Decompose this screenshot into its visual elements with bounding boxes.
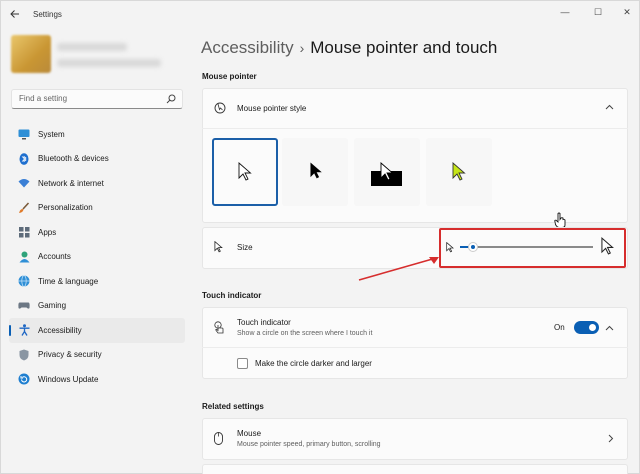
chevron-up-icon[interactable]: [605, 102, 614, 112]
pointer-style-white[interactable]: [212, 138, 278, 206]
pointer-style-custom[interactable]: [426, 138, 492, 206]
wifi-icon: [18, 177, 30, 189]
touch-indicator-description: Show a circle on the screen where I touc…: [237, 330, 373, 337]
pointer-style-inverted[interactable]: [354, 138, 420, 206]
annotation-highlight-box: [439, 228, 626, 268]
darker-circle-checkbox[interactable]: [237, 358, 248, 369]
sidebar-item-personalization[interactable]: Personalization: [9, 196, 185, 221]
page-title: Mouse pointer and touch: [310, 38, 498, 57]
sidebar-item-apps[interactable]: Apps: [9, 220, 185, 245]
sidebar-item-network[interactable]: Network & internet: [9, 171, 185, 196]
search-input[interactable]: [19, 94, 159, 103]
mouse-link-description: Mouse pointer speed, primary button, scr…: [237, 441, 381, 448]
sidebar-item-accounts[interactable]: Accounts: [9, 245, 185, 270]
mouse-pointer-style-header[interactable]: Mouse pointer style: [202, 88, 628, 128]
touch-hand-icon: [213, 321, 225, 336]
mouse-settings-link[interactable]: [202, 418, 628, 460]
sidebar-item-bluetooth[interactable]: Bluetooth & devices: [9, 147, 185, 172]
mouse-link-label: Mouse: [237, 429, 262, 438]
avatar: [11, 35, 51, 73]
close-button[interactable]: ✕: [616, 5, 638, 19]
next-settings-card: [202, 464, 628, 474]
breadcrumb: Accessibility › Mouse pointer and touch: [201, 38, 497, 58]
shield-icon: [18, 349, 30, 361]
sidebar-item-system[interactable]: System: [9, 122, 185, 147]
chevron-right-icon: [608, 434, 614, 445]
controller-icon: [18, 300, 30, 312]
divider: [202, 347, 628, 348]
sidebar-item-time-language[interactable]: Time & language: [9, 269, 185, 294]
brush-icon: [18, 202, 30, 214]
sidebar-item-accessibility[interactable]: Accessibility: [9, 318, 185, 343]
sidebar-nav: System Bluetooth & devices Network & int…: [9, 122, 185, 392]
person-icon: [18, 251, 30, 263]
touch-indicator-label: Touch indicator: [237, 318, 291, 327]
maximize-button[interactable]: ☐: [587, 5, 609, 19]
settings-window: Settings — ☐ ✕ System Bluetooth & device…: [0, 0, 640, 474]
window-title: Settings: [33, 10, 62, 19]
breadcrumb-parent[interactable]: Accessibility: [201, 38, 294, 57]
profile-email-blurred: [57, 59, 161, 67]
sidebar-item-windows-update[interactable]: Windows Update: [9, 367, 185, 392]
sidebar-item-privacy[interactable]: Privacy & security: [9, 343, 185, 368]
size-label: Size: [237, 243, 253, 252]
update-icon: [18, 373, 30, 385]
divider: [202, 128, 628, 129]
back-arrow-icon[interactable]: [9, 8, 21, 20]
accessibility-icon: [18, 324, 30, 337]
pointer-style-icon: [214, 101, 226, 116]
touch-indicator-toggle[interactable]: [574, 321, 599, 334]
chevron-up-icon[interactable]: [605, 323, 614, 333]
mouse-pointer-section-title: Mouse pointer: [202, 72, 257, 81]
pointer-style-black[interactable]: [282, 138, 348, 206]
search-icon[interactable]: [166, 94, 176, 104]
breadcrumb-separator: ›: [299, 40, 305, 56]
darker-circle-label: Make the circle darker and larger: [255, 359, 372, 368]
mouse-icon: [214, 432, 223, 447]
sidebar-item-gaming[interactable]: Gaming: [9, 294, 185, 319]
globe-icon: [18, 275, 30, 288]
bluetooth-icon: [18, 152, 30, 165]
search-box[interactable]: [11, 89, 183, 109]
apps-icon: [18, 226, 30, 238]
profile-name-blurred: [57, 43, 127, 51]
related-settings-section-title: Related settings: [202, 402, 264, 411]
touch-indicator-section-title: Touch indicator: [202, 291, 262, 300]
size-pointer-icon: [214, 240, 223, 255]
mouse-pointer-style-label: Mouse pointer style: [237, 104, 307, 113]
annotation-arrow-icon: [358, 257, 439, 281]
toggle-state-label: On: [554, 323, 565, 332]
title-bar: Settings — ☐ ✕: [1, 1, 640, 27]
monitor-icon: [18, 128, 30, 140]
minimize-button[interactable]: —: [554, 5, 576, 19]
